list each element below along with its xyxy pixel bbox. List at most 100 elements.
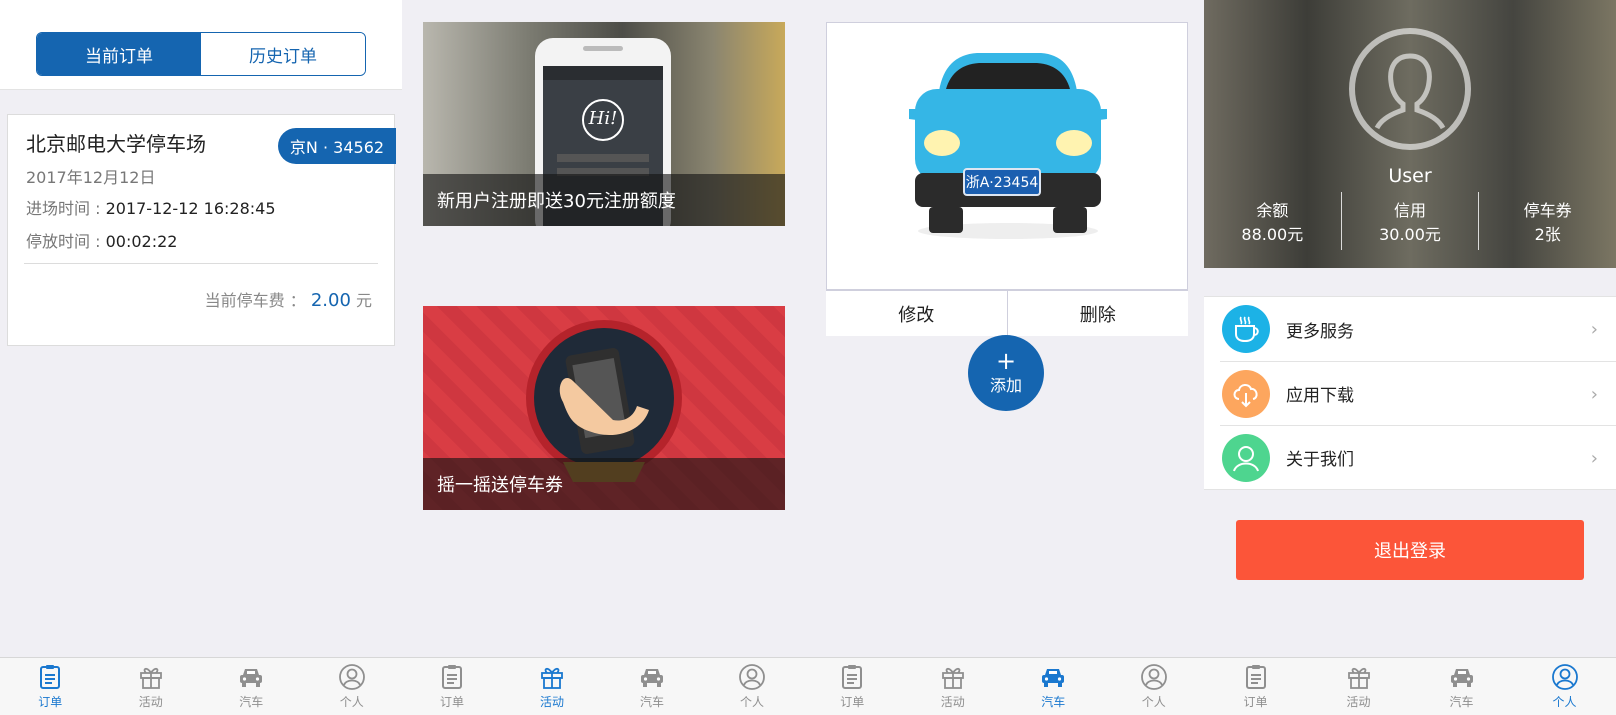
person-icon bbox=[738, 663, 766, 691]
avatar[interactable] bbox=[1349, 28, 1471, 150]
menu-label: 关于我们 bbox=[1286, 450, 1354, 470]
menu-item-about-us[interactable]: 关于我们 › bbox=[1220, 425, 1616, 489]
phone-greeting: Hi! bbox=[588, 108, 618, 129]
user-silhouette-icon bbox=[1374, 53, 1446, 130]
person-icon bbox=[1140, 663, 1168, 691]
entry-time-value: 2017-12-12 16:28:45 bbox=[105, 199, 276, 218]
fee-unit: 元 bbox=[355, 291, 372, 310]
account-stats: 余额 88.00元 信用 30.00元 停车券 2张 bbox=[1204, 192, 1616, 250]
order-segmented-control: 当前订单 历史订单 bbox=[36, 32, 366, 76]
tab-activities[interactable]: 活动 bbox=[101, 658, 202, 715]
gift-icon bbox=[538, 663, 566, 691]
tab-activities-label: 活动 bbox=[940, 695, 965, 709]
tab-car-label: 汽车 bbox=[1041, 695, 1066, 709]
car-icon bbox=[1039, 663, 1067, 691]
entry-time-row: 进场时间 : 2017-12-12 16:28:45 bbox=[26, 195, 276, 219]
stat-label: 余额 bbox=[1256, 201, 1289, 220]
menu-item-more-services[interactable]: 更多服务 › bbox=[1204, 297, 1616, 361]
tab-profile[interactable]: 个人 bbox=[702, 658, 802, 715]
tab-orders[interactable]: 订单 bbox=[802, 658, 903, 715]
person-icon bbox=[338, 663, 366, 691]
delete-car-button[interactable]: 删除 bbox=[1008, 291, 1189, 336]
logout-button[interactable]: 退出登录 bbox=[1236, 520, 1584, 580]
tab-activities[interactable]: 活动 bbox=[903, 658, 1004, 715]
stat-value: 88.00元 bbox=[1241, 225, 1304, 244]
plus-icon: + bbox=[995, 347, 1017, 375]
profile-menu: 更多服务 › 应用下载 › 关于我们 › bbox=[1204, 296, 1616, 490]
order-icon bbox=[36, 663, 64, 691]
chevron-right-icon: › bbox=[1590, 319, 1598, 340]
entry-time-label: 进场时间 : bbox=[26, 199, 106, 218]
tab-orders-label: 订单 bbox=[1243, 695, 1268, 709]
duration-label: 停放时间 : bbox=[26, 232, 106, 251]
tab-car[interactable]: 汽车 bbox=[1003, 658, 1104, 715]
stat-value: 2张 bbox=[1534, 225, 1561, 244]
gift-icon bbox=[939, 663, 967, 691]
activity-caption: 新用户注册即送30元注册额度 bbox=[423, 174, 785, 226]
parking-lot-name: 北京邮电大学停车场 bbox=[26, 132, 206, 156]
stat-credit[interactable]: 信用 30.00元 bbox=[1340, 192, 1479, 250]
tab-profile-label: 个人 bbox=[1552, 695, 1577, 709]
profile-screen: User 余额 88.00元 信用 30.00元 停车券 2张 更多服务 › 应用下载… bbox=[1204, 0, 1616, 715]
person-icon bbox=[1551, 663, 1579, 691]
tab-orders[interactable]: 订单 bbox=[1204, 658, 1307, 715]
stat-value: 30.00元 bbox=[1379, 225, 1441, 244]
bottom-tab-bar: 订单 活动 汽车 个人 bbox=[802, 657, 1204, 715]
tab-profile[interactable]: 个人 bbox=[1104, 658, 1205, 715]
stat-balance[interactable]: 余额 88.00元 bbox=[1204, 192, 1341, 250]
edit-car-button[interactable]: 修改 bbox=[826, 291, 1008, 336]
menu-item-app-download[interactable]: 应用下载 › bbox=[1220, 361, 1616, 425]
menu-label: 更多服务 bbox=[1286, 321, 1354, 342]
tab-profile-label: 个人 bbox=[1141, 695, 1166, 709]
tab-orders-label: 订单 bbox=[38, 695, 63, 709]
activities-screen: Hi! 新用户注册即送30元注册额度 摇一摇送停车券 订单 活动 汽车 个人 bbox=[402, 0, 802, 715]
tab-car-label: 汽车 bbox=[1449, 695, 1474, 709]
tab-car[interactable]: 汽车 bbox=[1410, 658, 1513, 715]
tab-orders[interactable]: 订单 bbox=[0, 658, 101, 715]
menu-label: 应用下载 bbox=[1286, 386, 1354, 406]
gift-icon bbox=[1345, 663, 1373, 691]
tab-history-orders[interactable]: 历史订单 bbox=[201, 33, 365, 75]
tab-orders-label: 订单 bbox=[439, 695, 464, 709]
bottom-tab-bar: 订单 活动 汽车 个人 bbox=[1204, 657, 1616, 715]
order-icon bbox=[438, 663, 466, 691]
car-screen: 浙A·23454 修改 删除 + 添加 订单 活动 汽车 个人 bbox=[802, 0, 1204, 715]
order-tabs-header: 当前订单 历史订单 bbox=[0, 0, 402, 90]
tab-profile-label: 个人 bbox=[739, 695, 764, 709]
stat-label: 信用 bbox=[1394, 201, 1427, 220]
car-icon bbox=[638, 663, 666, 691]
activity-caption: 摇一摇送停车券 bbox=[423, 458, 785, 510]
gift-icon bbox=[137, 663, 165, 691]
car-card[interactable]: 浙A·23454 bbox=[826, 22, 1188, 290]
bottom-tab-bar: 订单 活动 汽车 个人 bbox=[0, 657, 402, 715]
divider bbox=[24, 263, 378, 264]
tab-car[interactable]: 汽车 bbox=[602, 658, 702, 715]
car-plate: 浙A·23454 bbox=[963, 168, 1041, 196]
tab-orders-label: 订单 bbox=[840, 695, 865, 709]
fee-amount: 2.00 bbox=[310, 290, 351, 311]
tab-profile[interactable]: 个人 bbox=[1513, 658, 1616, 715]
username: User bbox=[1388, 165, 1432, 187]
cup-icon bbox=[1222, 305, 1270, 353]
tab-current-orders[interactable]: 当前订单 bbox=[37, 33, 201, 75]
add-car-button[interactable]: + 添加 bbox=[968, 335, 1044, 411]
tab-activities[interactable]: 活动 bbox=[1307, 658, 1410, 715]
person-icon bbox=[1222, 433, 1270, 482]
activity-banner-shake[interactable]: 摇一摇送停车券 bbox=[423, 306, 785, 510]
stat-coupons[interactable]: 停车券 2张 bbox=[1478, 192, 1616, 250]
car-actions: 修改 删除 bbox=[826, 290, 1188, 336]
tab-profile[interactable]: 个人 bbox=[302, 658, 403, 715]
parking-fee: 当前停车费 ： 2.00 元 bbox=[205, 287, 372, 311]
tab-car-label: 汽车 bbox=[639, 695, 664, 709]
order-date: 2017年12月12日 bbox=[26, 168, 156, 187]
cloud-download-icon bbox=[1222, 369, 1270, 418]
tab-orders[interactable]: 订单 bbox=[402, 658, 502, 715]
tab-car[interactable]: 汽车 bbox=[201, 658, 302, 715]
tab-profile-label: 个人 bbox=[339, 695, 364, 709]
tab-activities-label: 活动 bbox=[138, 695, 163, 709]
tab-activities[interactable]: 活动 bbox=[502, 658, 602, 715]
activity-banner-register[interactable]: Hi! 新用户注册即送30元注册额度 bbox=[423, 22, 785, 226]
order-icon bbox=[838, 663, 866, 691]
order-card[interactable]: 北京邮电大学停车场 京N · 34562 2017年12月12日 进场时间 : … bbox=[7, 114, 396, 346]
car-icon bbox=[1448, 663, 1476, 691]
